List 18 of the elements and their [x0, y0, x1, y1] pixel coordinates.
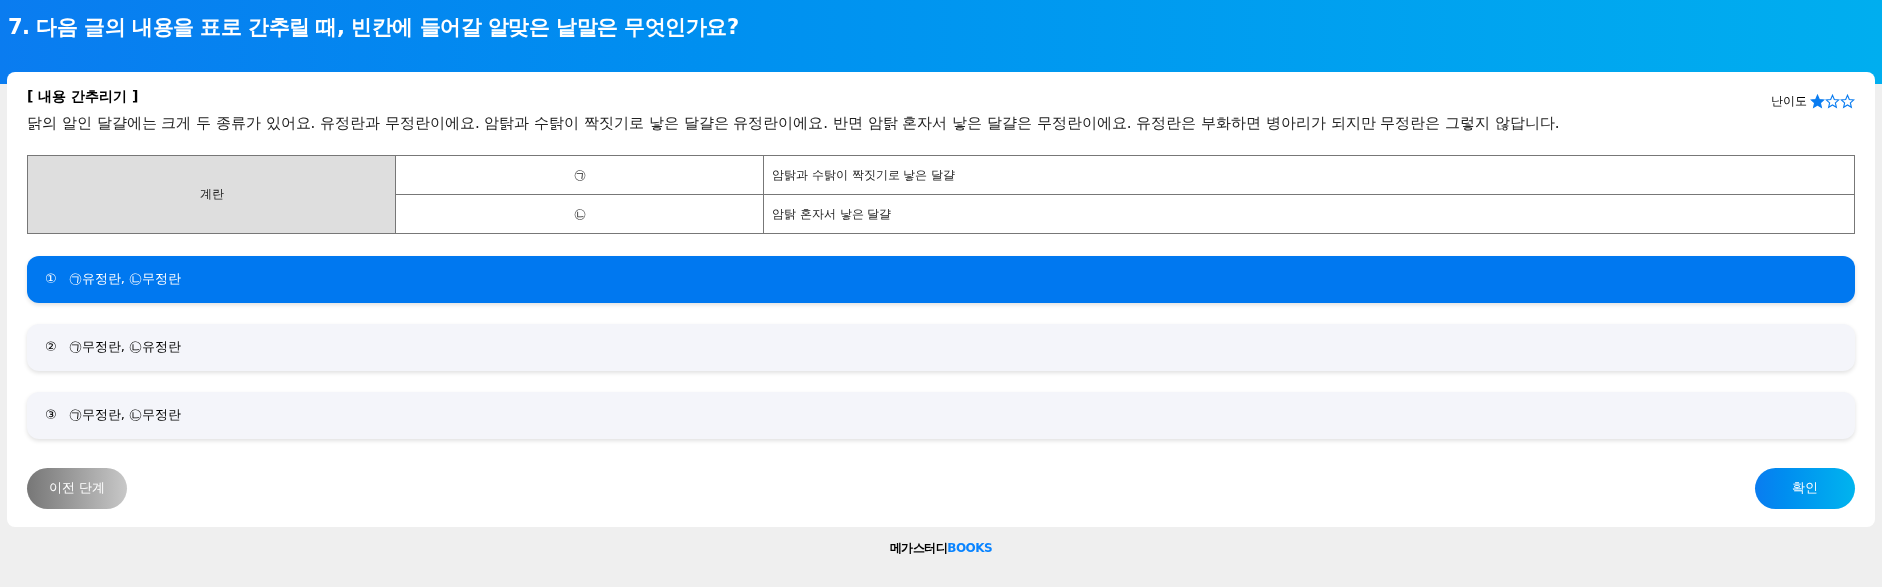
answer-option[interactable]: ① ㉠유정란, ㉡무정란 [27, 255, 1855, 303]
empty-star-icon [1825, 93, 1840, 109]
difficulty-label: 난이도 [1771, 93, 1807, 110]
footer-brand: 메가스터디BOOKS [889, 539, 993, 557]
answer-option[interactable]: ③ ㉠무정란, ㉡무정란 [27, 391, 1855, 439]
table-cell: ㉠ [395, 155, 764, 194]
section-heading: [ 내용 간추리기 ] [27, 87, 139, 106]
table-cell: ㉡ [395, 194, 764, 233]
empty-star-icon [1840, 93, 1855, 109]
answer-option[interactable]: ② ㉠무정란, ㉡유정란 [27, 323, 1855, 371]
table-cell: 암탉 혼자서 낳은 달걀 [763, 194, 1855, 233]
passage-text: 닭의 알인 달걀에는 크게 두 종류가 있어요. 유정란과 무정란이에요. 암탉과 수탉이 짝짓기로 낳은 달걀은 유정란이에요. 반면 암탉 혼자서 낳은 달걀은 무정란이에요. 유정란은 부화하면 병아리가 되지만 무정란은 그렇지 않답니다. [27, 113, 1561, 134]
previous-button[interactable]: 이전 단계 [27, 467, 127, 509]
confirm-button[interactable]: 확인 [1755, 467, 1855, 509]
table-cell: 계란 [27, 155, 396, 233]
question-title: 7. 다음 글의 내용을 표로 간추릴 때, 빈칸에 들어갈 알맞은 낱말은 무엇인가요? [8, 14, 740, 41]
table-cell: 암탉과 수탉이 짝짓기로 낳은 달걀 [763, 155, 1855, 194]
filled-star-icon [1810, 93, 1825, 109]
